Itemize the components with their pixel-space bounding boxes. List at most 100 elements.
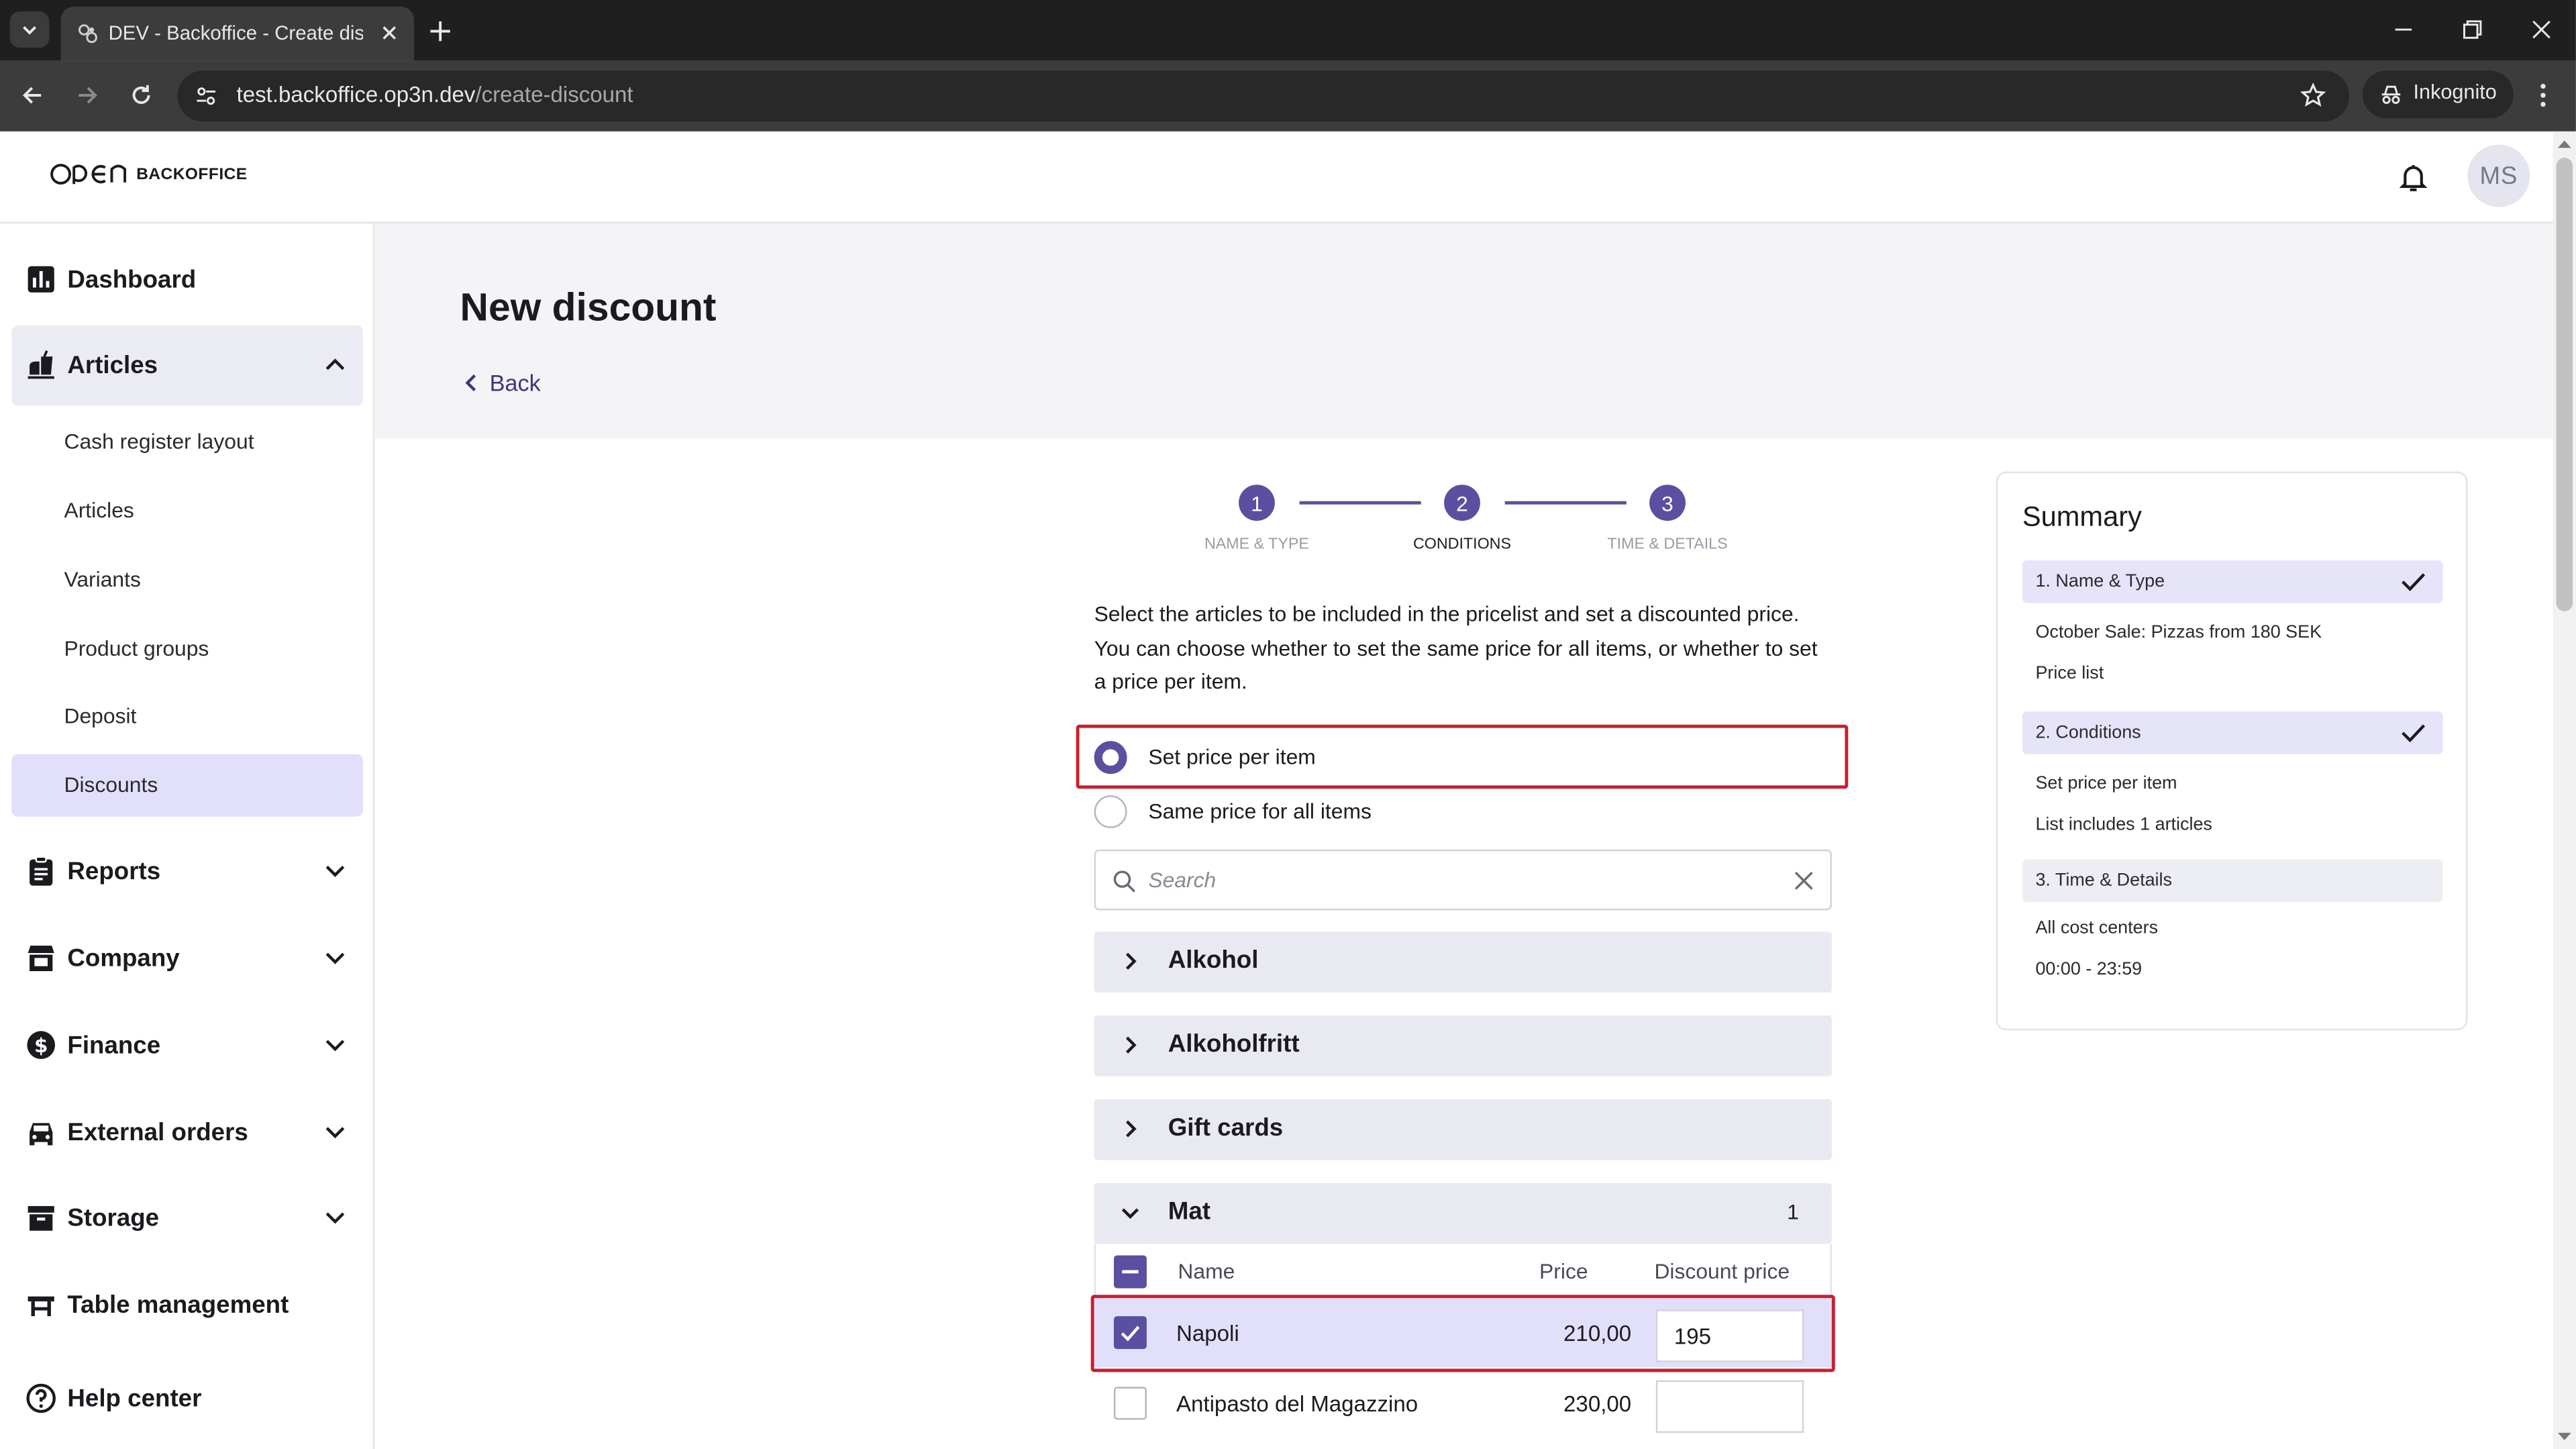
scroll-up-arrow-icon[interactable] xyxy=(2558,138,2571,152)
sidebar-item-table-management[interactable]: Table management xyxy=(11,1275,363,1334)
column-header-discount-price: Discount price xyxy=(1654,1258,1790,1284)
radio-same-price-all-items[interactable]: Same price for all items xyxy=(1094,792,1834,832)
conditions-intro: Select the articles to be included in th… xyxy=(1094,601,1818,694)
dashboard-chart-icon xyxy=(28,266,54,293)
step-1-label: NAME & TYPE xyxy=(1204,536,1309,554)
minimize-window-icon[interactable] xyxy=(2390,16,2416,42)
incognito-indicator[interactable]: Inkognito xyxy=(2362,70,2514,119)
sidebar-subitem-cash-register-layout[interactable]: Cash register layout xyxy=(11,411,363,473)
select-all-checkbox[interactable] xyxy=(1113,1255,1147,1289)
sidebar-subitem-articles[interactable]: Articles xyxy=(11,480,363,542)
page-header: New discount Back xyxy=(374,223,2553,439)
articles-food-icon xyxy=(28,350,54,379)
open-logo[interactable]: BACKOFFICE xyxy=(49,156,247,193)
radio-set-price-per-item[interactable]: Set price per item xyxy=(1094,738,1834,777)
radio-label: Same price for all items xyxy=(1148,798,1372,823)
help-question-icon xyxy=(26,1383,56,1413)
close-tab-icon[interactable] xyxy=(378,21,401,44)
step-3-circle[interactable]: 3 xyxy=(1649,485,1686,521)
sidebar-item-help-center[interactable]: Help center xyxy=(11,1368,363,1428)
browser-menu-icon[interactable] xyxy=(2530,81,2556,110)
column-header-name: Name xyxy=(1178,1258,1235,1284)
restore-window-icon[interactable] xyxy=(2459,16,2485,42)
summary-title: Summary xyxy=(2022,501,2142,533)
summary-line: 00:00 - 23:59 xyxy=(2035,959,2143,980)
summary-section-label: 1. Name & Type xyxy=(2035,572,2165,592)
step-2-circle[interactable]: 2 xyxy=(1444,485,1480,521)
sidebar-item-reports[interactable]: Reports xyxy=(11,842,363,901)
sidebar-item-storage[interactable]: Storage xyxy=(11,1188,363,1247)
summary-line: All cost centers xyxy=(2035,918,2159,938)
summary-line: Price list xyxy=(2035,664,2104,684)
table-row[interactable]: Antipasto del Magazzino 230,00 xyxy=(1094,1368,1832,1438)
chevron-down-icon xyxy=(325,952,345,964)
sidebar-subitem-label: Cash register layout xyxy=(64,429,254,454)
forward-arrow-icon[interactable] xyxy=(74,82,100,108)
back-link[interactable]: Back xyxy=(463,370,541,396)
app-favicon-icon xyxy=(79,24,97,44)
step-2-label: CONDITIONS xyxy=(1412,536,1511,554)
row-checkbox[interactable] xyxy=(1113,1387,1147,1420)
group-label: Alkoholfritt xyxy=(1168,1030,1300,1058)
tab-title: DEV - Backoffice - Create discount xyxy=(108,21,363,45)
radio-button-selected[interactable] xyxy=(1094,741,1127,775)
group-selected-count: 1 xyxy=(1787,1199,1799,1224)
app-header: BACKOFFICE MS xyxy=(0,131,2576,223)
table-icon xyxy=(28,1296,54,1317)
summary-card: Summary 1. Name & Type October Sale: Piz… xyxy=(1996,471,2468,1031)
scroll-down-arrow-icon[interactable] xyxy=(2558,1430,2571,1443)
chevron-down-icon xyxy=(325,1212,345,1224)
group-mat[interactable]: Mat 1 xyxy=(1094,1183,1832,1244)
new-tab-icon[interactable] xyxy=(425,16,455,46)
sidebar-item-finance[interactable]: $ Finance xyxy=(11,1015,363,1075)
chevron-down-icon xyxy=(1121,1208,1139,1219)
sidebar-item-label: Dashboard xyxy=(67,265,197,294)
chevron-right-icon xyxy=(1125,952,1137,970)
notification-bell-icon[interactable] xyxy=(2397,161,2430,194)
group-gift-cards[interactable]: Gift cards xyxy=(1094,1099,1832,1160)
finance-dollar-icon: $ xyxy=(27,1031,56,1059)
tab-search-button[interactable] xyxy=(9,11,50,48)
sidebar-item-label: Reports xyxy=(67,856,161,885)
article-search-input[interactable]: Search xyxy=(1094,849,1832,911)
chevron-right-icon xyxy=(1125,1036,1137,1054)
close-window-icon[interactable] xyxy=(2528,16,2555,42)
back-arrow-icon[interactable] xyxy=(19,82,46,108)
sidebar-item-company[interactable]: Company xyxy=(11,928,363,987)
search-icon xyxy=(1113,870,1135,893)
user-avatar[interactable]: MS xyxy=(2467,144,2530,207)
site-settings-icon[interactable] xyxy=(194,84,219,109)
sidebar-item-articles[interactable]: Articles xyxy=(11,325,364,406)
sidebar-subitem-label: Product groups xyxy=(64,636,209,661)
sidebar-subitem-variants[interactable]: Variants xyxy=(11,549,363,611)
scrollbar-thumb[interactable] xyxy=(2556,158,2573,611)
sidebar-subitem-label: Discounts xyxy=(64,772,158,797)
step-1-circle[interactable]: 1 xyxy=(1239,485,1275,521)
chevron-down-icon xyxy=(325,865,345,877)
sidebar-subitem-deposit[interactable]: Deposit xyxy=(11,685,363,748)
chevron-right-icon xyxy=(1125,1120,1137,1138)
page-scrollbar[interactable] xyxy=(2553,131,2576,1449)
url-path: /create-discount xyxy=(475,82,633,107)
url-host: test.backoffice.op3n.dev xyxy=(236,82,476,107)
group-alkohol[interactable]: Alkohol xyxy=(1094,932,1832,993)
browser-tab[interactable]: DEV - Backoffice - Create discount xyxy=(60,6,414,61)
clear-search-icon[interactable] xyxy=(1792,869,1815,892)
chevron-down-icon xyxy=(23,26,37,35)
discount-price-input[interactable] xyxy=(1655,1380,1804,1433)
sidebar-item-external-orders[interactable]: External orders xyxy=(11,1103,363,1162)
highlight-box xyxy=(1090,1295,1835,1372)
step-connector xyxy=(1504,501,1627,504)
reload-icon[interactable] xyxy=(128,82,154,108)
browser-toolbar: test.backoffice.op3n.dev/create-discount xyxy=(0,60,2576,132)
sidebar-subitem-product-groups[interactable]: Product groups xyxy=(11,618,363,681)
summary-section-time-details: 3. Time & Details xyxy=(2022,859,2443,903)
bookmark-star-icon[interactable] xyxy=(2300,82,2326,108)
address-bar[interactable]: test.backoffice.op3n.dev/create-discount xyxy=(177,70,2350,122)
wizard-stepper: 1 2 3 NAME & TYPE CONDITIONS TIME & DETA… xyxy=(1199,485,1757,566)
group-alkoholfritt[interactable]: Alkoholfritt xyxy=(1094,1015,1832,1077)
sidebar-item-dashboard[interactable]: Dashboard xyxy=(11,250,363,309)
sidebar-item-label: Storage xyxy=(67,1203,160,1232)
radio-button[interactable] xyxy=(1094,795,1127,828)
sidebar-subitem-discounts[interactable]: Discounts xyxy=(11,754,364,817)
